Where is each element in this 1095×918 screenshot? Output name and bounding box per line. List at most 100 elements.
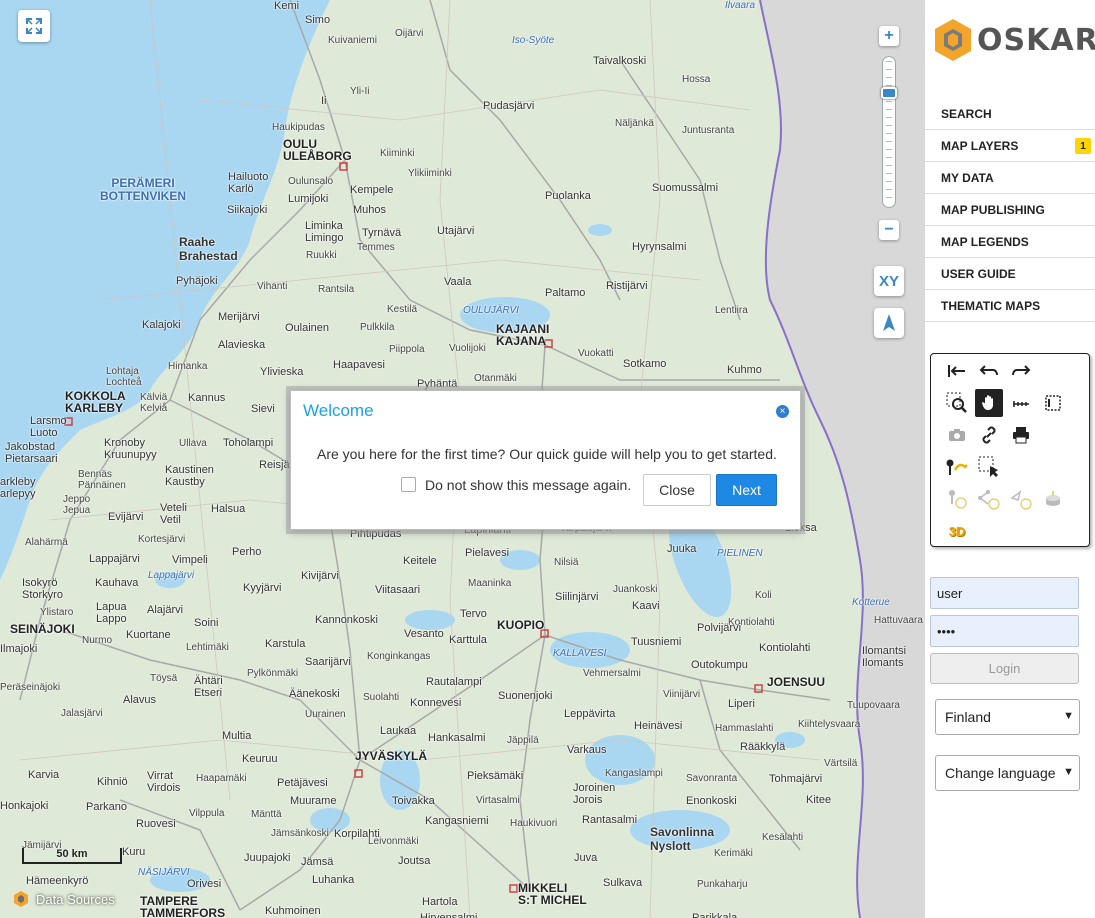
language-select[interactable]: Change language ▼ <box>935 755 1080 791</box>
oskari-small-icon <box>14 891 28 907</box>
place-label: Soini <box>194 617 219 629</box>
place-label: Multia <box>222 730 252 742</box>
print-button[interactable] <box>1007 421 1035 449</box>
menu-item-user-guide[interactable]: USER GUIDE <box>925 258 1095 290</box>
redo-icon <box>1012 365 1031 376</box>
menu-item-map-layers[interactable]: MAP LAYERS 1 <box>925 130 1095 162</box>
place-label: Kortesjärvi <box>138 534 186 545</box>
place-label: Nilsiä <box>554 557 579 568</box>
menu-item-map-publishing[interactable]: MAP PUBLISHING <box>925 194 1095 226</box>
place-label: Parkano <box>86 801 127 813</box>
place-label: Kiihtelysvaara <box>798 719 861 730</box>
place-label: Jalasjärvi <box>61 708 103 719</box>
place-label: Kiiminki <box>380 148 415 159</box>
zoom-box-button[interactable] <box>943 389 971 417</box>
place-label: Hämeenkyrö <box>26 875 89 887</box>
place-label: Varkaus <box>567 744 607 756</box>
place-label: Siilinjärvi <box>555 591 599 603</box>
undo-button[interactable] <box>975 357 1003 385</box>
place-label: Simo <box>305 14 331 26</box>
zoom-slider-thumb[interactable] <box>881 87 897 100</box>
place-label: Näljänkä <box>615 118 654 129</box>
layer-analysis-button[interactable] <box>1039 485 1067 513</box>
menu-item-thematic-maps[interactable]: THEMATIC MAPS <box>925 290 1095 322</box>
place-label: Vehmersalmi <box>583 668 641 679</box>
map-viewport[interactable]: Kemi Simo Kuivaniemi Oijärvi Taivalkoski Hoss… <box>0 0 925 918</box>
login-button[interactable]: Login <box>930 653 1079 684</box>
place-label: Kuru <box>122 846 146 858</box>
place-label: Ilvaara <box>725 0 756 11</box>
place-label: Jeppo Jepua <box>63 494 91 516</box>
zoom-out-button[interactable]: − <box>879 220 899 240</box>
menu-item-map-legends[interactable]: MAP LEGENDS <box>925 226 1095 258</box>
select-features-button[interactable] <box>975 453 1003 481</box>
place-label: Luhanka <box>312 874 355 886</box>
place-label: Hankasalmi <box>428 732 486 744</box>
place-label: arkleby arlepyy <box>0 476 36 500</box>
measure-area-button[interactable] <box>1039 389 1067 417</box>
place-label: Joroinen Jorois <box>573 782 616 806</box>
place-label: Tuusniemi <box>631 636 682 648</box>
menu-item-my-data[interactable]: MY DATA <box>925 162 1095 194</box>
add-area-button[interactable] <box>1007 485 1035 513</box>
password-field[interactable]: •••• <box>930 615 1079 647</box>
zoom-box-icon <box>946 392 967 413</box>
place-label: Kalajoki <box>142 319 181 331</box>
place-label: Liminka Limingo <box>305 220 344 244</box>
place-label: Lentiira <box>715 305 748 316</box>
username-field[interactable]: user <box>930 577 1079 609</box>
place-label: Haukipudas <box>272 122 325 133</box>
link-icon <box>982 426 996 444</box>
place-label: Jakobstad Pietarsaari <box>5 441 58 465</box>
place-label: Lappajärvi <box>89 553 140 565</box>
place-label: Viitasaari <box>375 584 421 596</box>
place-label: NÄSIJÄRVI <box>138 867 190 878</box>
data-sources-label: Data Sources <box>36 891 115 907</box>
place-label: Jäppilä <box>507 735 539 746</box>
place-label: Lumijoki <box>288 193 329 205</box>
fullscreen-button[interactable] <box>18 10 50 42</box>
menu-item-search[interactable]: SEARCH <box>925 98 1095 130</box>
next-button[interactable]: Next <box>716 474 777 506</box>
dont-show-checkbox[interactable] <box>401 477 416 492</box>
close-button[interactable]: Close <box>643 474 711 506</box>
my-location-button[interactable] <box>874 308 904 338</box>
link-button[interactable] <box>975 421 1003 449</box>
menu-label: USER GUIDE <box>941 266 1016 281</box>
coordinate-tool-button[interactable]: XY <box>874 266 904 296</box>
data-sources-link[interactable]: Data Sources <box>12 890 115 908</box>
redo-button[interactable] <box>1007 357 1035 385</box>
pan-button[interactable] <box>975 389 1003 417</box>
place-label: Konginkangas <box>367 651 431 662</box>
dialog-close-button[interactable]: × <box>776 405 789 418</box>
place-label: Kälviä Kelviå <box>140 392 168 414</box>
place-label: Kannus <box>188 392 226 404</box>
zoom-slider[interactable] <box>881 56 897 208</box>
place-label: Perho <box>232 546 262 558</box>
add-line-button[interactable] <box>975 485 1003 513</box>
country-select[interactable]: Finland ▼ <box>935 699 1080 735</box>
place-label: Kyyjärvi <box>243 582 282 594</box>
place-label: KALLAVESI <box>553 648 607 659</box>
history-start-button[interactable] <box>943 357 971 385</box>
place-label: Lohtaja Lochteå <box>106 366 142 388</box>
add-point-button[interactable] <box>943 485 971 513</box>
measure-line-button[interactable] <box>1007 389 1035 417</box>
dont-show-label: Do not show this message again. <box>425 477 632 493</box>
place-label: OULUJÄRVI <box>463 305 519 316</box>
place-label: Maaninka <box>468 578 512 589</box>
3d-view-button[interactable]: 3D <box>943 517 971 545</box>
place-label: MIKKELI S:T MICHEL <box>518 881 587 907</box>
screenshot-button[interactable] <box>943 421 971 449</box>
place-label: Alavieska <box>218 339 266 351</box>
place-label: Taivalkoski <box>593 55 647 67</box>
dialog-message: Are you here for the first time? Our qui… <box>317 446 777 462</box>
marker-button[interactable] <box>943 453 971 481</box>
zoom-in-button[interactable]: + <box>879 26 899 46</box>
place-label: Puolanka <box>545 190 591 202</box>
place-label: Lappajärvi <box>148 570 195 581</box>
place-label: Kuivaniemi <box>328 35 377 46</box>
place-label: Lehtimäki <box>186 642 229 653</box>
cylinder-icon <box>1046 491 1060 506</box>
menu-label: MAP PUBLISHING <box>941 202 1045 217</box>
